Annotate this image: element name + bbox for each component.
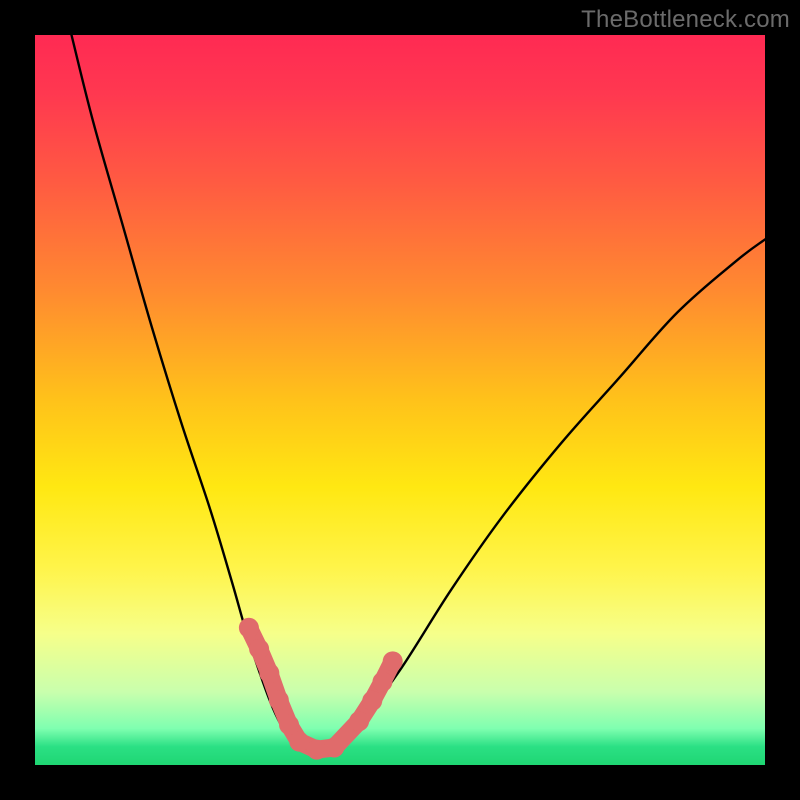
marker-dot [249, 639, 269, 659]
marker-dot [362, 691, 382, 711]
marker-dot [259, 663, 279, 683]
marker-dot [269, 690, 289, 710]
marker-dot [239, 618, 259, 638]
watermark-text: TheBottleneck.com [581, 6, 790, 34]
marker-dot [349, 711, 369, 731]
bottleneck-curve [35, 35, 765, 765]
marker-dot [279, 715, 299, 735]
marker-dot [324, 737, 344, 757]
marker-dot [289, 732, 309, 752]
marker-dot [372, 672, 392, 692]
marker-dot [307, 740, 327, 760]
frame-background: TheBottleneck.com [0, 0, 800, 800]
marker-dot [383, 651, 403, 671]
plot-area [35, 35, 765, 765]
